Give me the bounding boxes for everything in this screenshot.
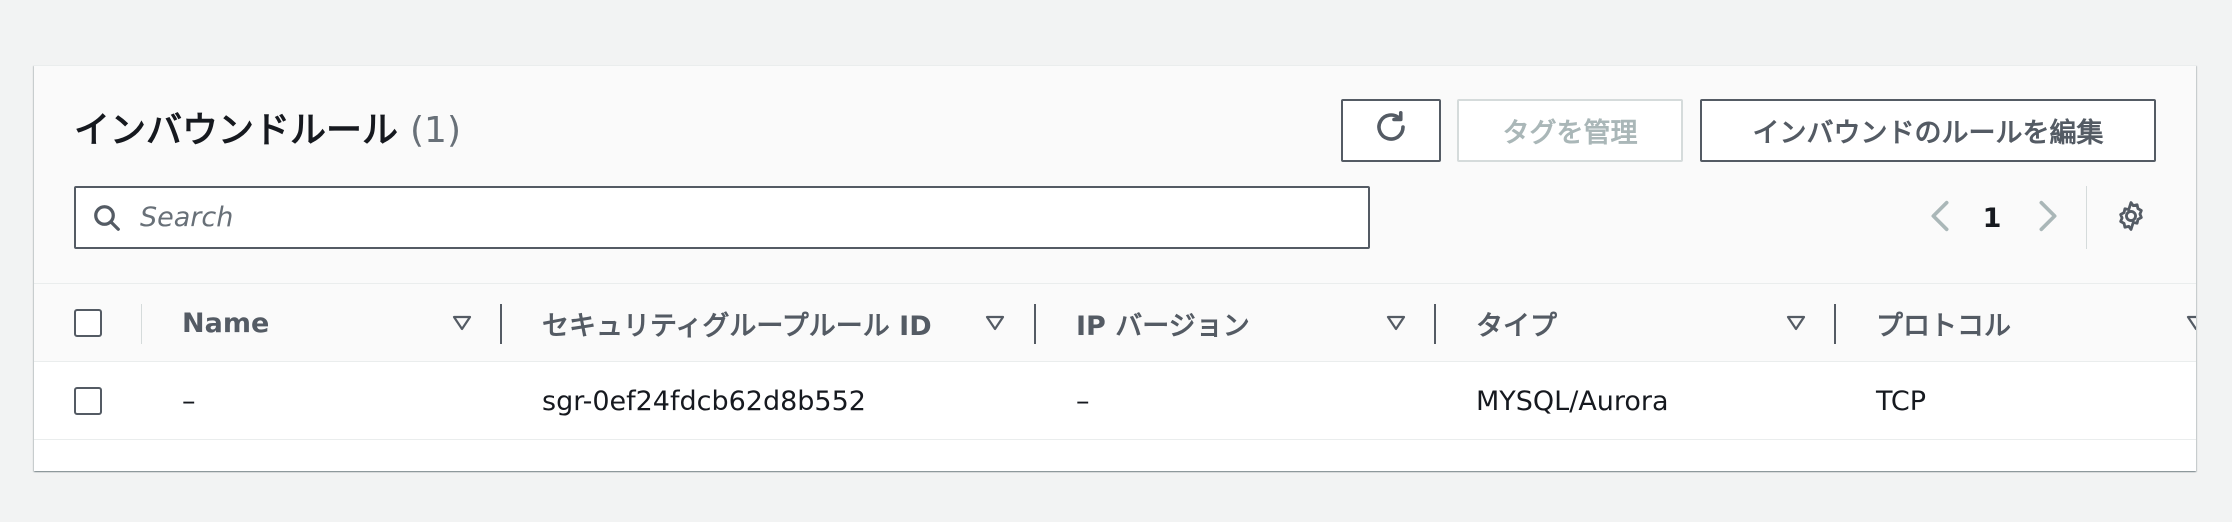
sort-type-icon[interactable] (1784, 311, 1808, 335)
search-input[interactable] (140, 202, 1340, 233)
sort-protocol-icon[interactable] (2184, 311, 2196, 335)
select-all-checkbox[interactable] (74, 309, 102, 337)
table-header: Name セキュリティグループルール ID IP バージョン タイプ プロトコル (34, 284, 2196, 362)
sort-ip-version-icon[interactable] (1384, 311, 1408, 335)
table-row[interactable]: – sgr-0ef24fdcb62d8b552 – MYSQL/Aurora T… (34, 362, 2196, 440)
column-header-rule-id[interactable]: セキュリティグループルール ID (542, 284, 932, 362)
pagination-divider (2086, 186, 2087, 249)
cell-protocol: TCP (1876, 385, 1927, 417)
column-resizer[interactable] (1434, 304, 1436, 344)
cell-ip-version: – (1076, 385, 1090, 417)
sort-name-icon[interactable] (450, 311, 474, 335)
previous-page-button[interactable] (1920, 190, 1960, 246)
page-title: インバウンドルール (1) (74, 106, 461, 156)
chevron-left-icon (1930, 199, 1950, 237)
column-divider (141, 304, 142, 344)
column-resizer[interactable] (1834, 304, 1836, 344)
search-box[interactable] (74, 186, 1370, 249)
page-number-button[interactable]: 1 (1972, 190, 2012, 246)
sort-rule-id-icon[interactable] (983, 311, 1007, 335)
row-checkbox[interactable] (74, 387, 102, 415)
inbound-rules-panel: インバウンドルール (1) タグを管理 インバウンドのルールを編集 Search… (34, 65, 2196, 471)
edit-inbound-rules-button[interactable]: インバウンドのルールを編集 (1700, 99, 2156, 162)
column-header-protocol[interactable]: プロトコル (1876, 284, 2011, 362)
rule-count: (1) (410, 110, 462, 151)
cell-rule-id: sgr-0ef24fdcb62d8b552 (542, 385, 866, 417)
gear-icon (2114, 199, 2148, 237)
preferences-button[interactable] (2106, 190, 2156, 246)
cell-name: – (182, 385, 196, 417)
column-header-type[interactable]: タイプ (1476, 284, 1557, 362)
refresh-icon (1373, 109, 1409, 152)
column-resizer[interactable] (500, 304, 502, 344)
cell-type: MYSQL/Aurora (1476, 385, 1669, 417)
panel-header: インバウンドルール (1) タグを管理 インバウンドのルールを編集 Search… (34, 66, 2196, 284)
search-icon (92, 201, 126, 235)
manage-tags-button[interactable]: タグを管理 (1457, 99, 1683, 162)
panel-title: インバウンドルール (74, 110, 399, 151)
column-header-ip-version[interactable]: IP バージョン (1076, 284, 1250, 362)
column-header-name[interactable]: Name (182, 284, 269, 362)
next-page-button[interactable] (2028, 190, 2068, 246)
chevron-right-icon (2038, 199, 2058, 237)
column-resizer[interactable] (1034, 304, 1036, 344)
refresh-button[interactable] (1341, 99, 1441, 162)
